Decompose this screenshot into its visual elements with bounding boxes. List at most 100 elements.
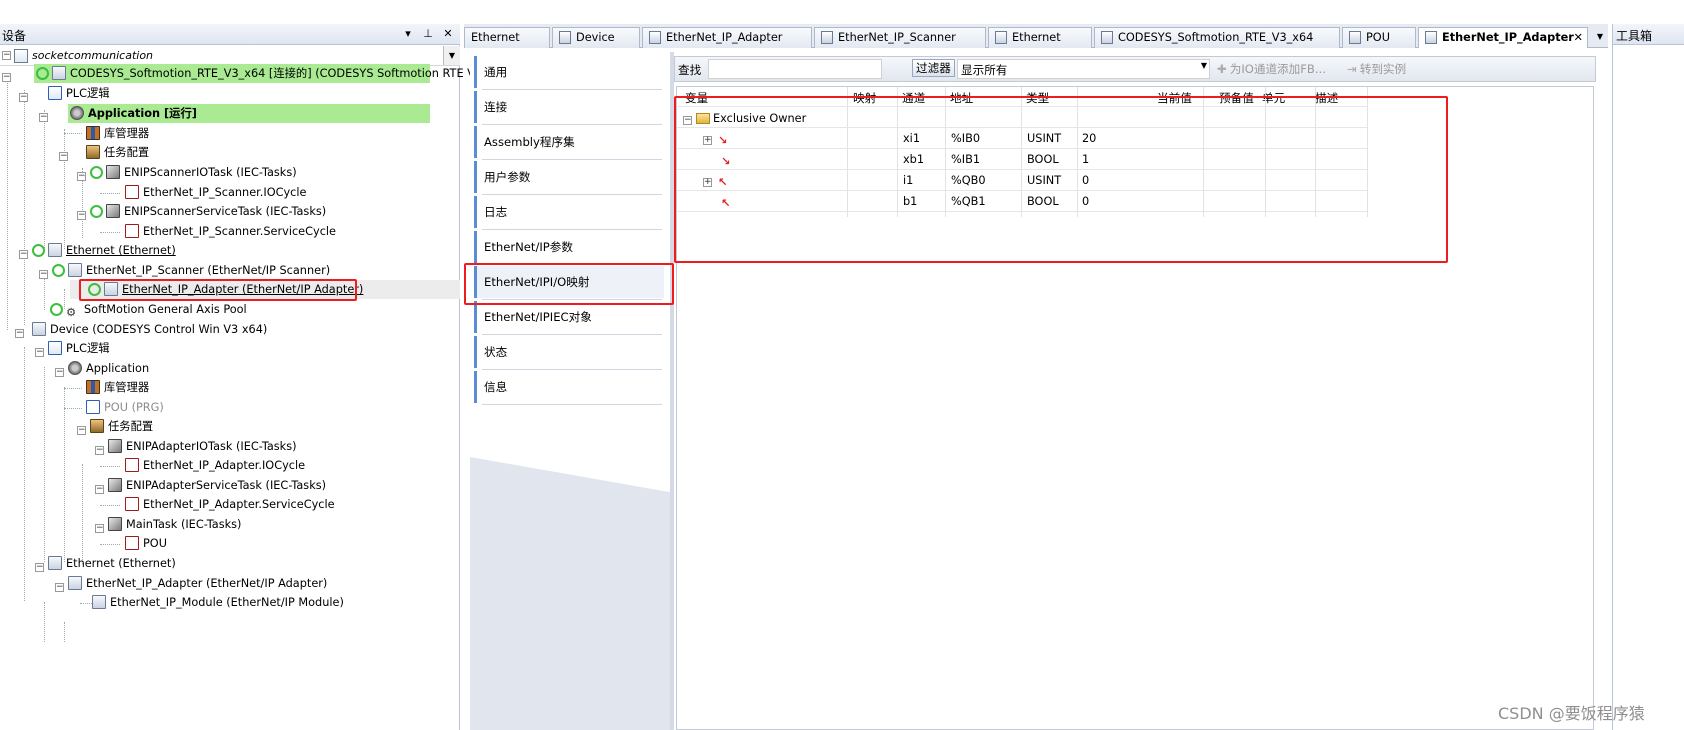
expand-toggle[interactable]: −: [35, 348, 44, 357]
expand-toggle[interactable]: −: [39, 270, 48, 279]
tree-item-adapter-servicecycle[interactable]: EtherNet_IP_Adapter.ServiceCycle: [125, 495, 335, 514]
nav-log[interactable]: 日志: [474, 196, 664, 228]
tree-item-main-task[interactable]: MainTask (IEC-Tasks): [108, 515, 241, 534]
tree-item-task-config-2[interactable]: 任务配置: [90, 417, 153, 436]
tree-item-application-2[interactable]: Application: [68, 359, 149, 378]
tree-label: Application: [86, 362, 150, 375]
tree-item-library-manager-2[interactable]: 库管理器: [86, 378, 149, 397]
nav-status[interactable]: 状态: [474, 336, 664, 368]
axis-pool-icon: ⚙: [66, 306, 77, 319]
tree-item-ethernet-ip-module[interactable]: EtherNet_IP_Module (EtherNet/IP Module): [92, 593, 344, 612]
editor-tab-strip: Ethernet Device EtherNet_IP_Adapter Ethe…: [464, 24, 1608, 48]
nav-separator: [482, 229, 662, 230]
tree-item-plc-logic-2[interactable]: PLC逻辑: [48, 339, 110, 358]
tree-item-task-config[interactable]: 任务配置: [86, 143, 149, 162]
nav-assemblies[interactable]: Assembly程序集: [474, 126, 664, 158]
tab-ethernet-ip-adapter-active[interactable]: EtherNet_IP_Adapter ✕: [1418, 27, 1588, 48]
cycle-call-icon: [125, 185, 139, 199]
tree-label: Application [运行]: [88, 107, 197, 120]
tab-ethernet[interactable]: Ethernet: [464, 27, 550, 48]
expand-toggle[interactable]: −: [77, 211, 86, 220]
tree-item-pou-prg[interactable]: POU (PRG): [86, 398, 164, 417]
tree-item-control-win-device[interactable]: Device (CODESYS Control Win V3 x64): [32, 320, 267, 339]
expand-toggle[interactable]: −: [95, 446, 104, 455]
device-icon: [92, 595, 106, 609]
tree-item-softmotion-axis-pool[interactable]: ⚙ SoftMotion General Axis Pool: [50, 300, 247, 319]
tab-softmotion-device[interactable]: CODESYS_Softmotion_RTE_V3_x64: [1094, 27, 1340, 48]
tree-item-plc-logic[interactable]: PLC逻辑: [48, 84, 110, 103]
tab-device[interactable]: Device: [552, 27, 640, 48]
tree-item-pou-call[interactable]: POU: [125, 534, 167, 553]
tree-item-application-running[interactable]: Application [运行]: [68, 104, 430, 123]
go-to-instance-button[interactable]: ⇥ 转到实例: [1343, 59, 1443, 79]
search-input[interactable]: [708, 59, 882, 79]
filter-label: 过滤器: [912, 59, 955, 77]
expand-toggle[interactable]: −: [19, 93, 28, 102]
tree-item-ethernet-ip-scanner[interactable]: EtherNet_IP_Scanner (EtherNet/IP Scanner…: [52, 261, 330, 280]
expand-toggle[interactable]: −: [2, 73, 11, 82]
tab-ethernet-2[interactable]: Ethernet: [988, 27, 1092, 48]
chevron-down-icon[interactable]: ▼: [443, 46, 460, 65]
tab-ethernet-ip-scanner[interactable]: EtherNet_IP_Scanner: [814, 27, 986, 48]
expand-toggle[interactable]: −: [55, 583, 64, 592]
panel-dropdown-icon[interactable]: ▾: [400, 26, 416, 42]
close-icon[interactable]: ✕: [1574, 28, 1583, 47]
goto-label: 转到实例: [1359, 62, 1407, 76]
tree-item-scanner-servicecycle[interactable]: EtherNet_IP_Scanner.ServiceCycle: [125, 222, 336, 241]
tree-item-ethernet-ip-adapter-2[interactable]: EtherNet_IP_Adapter (EtherNet/IP Adapter…: [68, 574, 327, 593]
collapse-toggle[interactable]: −: [2, 51, 11, 60]
expand-toggle[interactable]: −: [55, 368, 64, 377]
nav-label: 状态: [484, 345, 508, 359]
expand-toggle[interactable]: −: [15, 329, 24, 338]
tab-pou[interactable]: POU: [1342, 27, 1416, 48]
pin-icon[interactable]: ⊥: [420, 26, 436, 42]
expand-toggle[interactable]: −: [59, 152, 68, 161]
close-icon[interactable]: ✕: [440, 26, 456, 42]
filter-select[interactable]: 显示所有 ▼: [957, 59, 1210, 79]
task-icon: [106, 204, 120, 218]
expand-toggle[interactable]: −: [95, 524, 104, 533]
tree-item-ethernet[interactable]: Ethernet (Ethernet): [32, 241, 176, 260]
tab-ethernet-ip-adapter[interactable]: EtherNet_IP_Adapter: [642, 27, 812, 48]
nav-connections[interactable]: 连接: [474, 91, 664, 123]
chevron-down-icon[interactable]: ▼: [1592, 27, 1608, 47]
tree-item-adapter-io-task[interactable]: ENIPAdapterIOTask (IEC-Tasks): [108, 437, 297, 456]
tree-item-scanner-service-task[interactable]: ENIPScannerServiceTask (IEC-Tasks): [90, 202, 326, 221]
task-icon: [108, 517, 122, 531]
editor-nav-pane: 通用 连接 Assembly程序集 用户参数 日志 EtherNet/IP参数 …: [464, 52, 674, 730]
expand-toggle[interactable]: −: [39, 113, 48, 122]
tree-label: EtherNet_IP_Scanner.ServiceCycle: [143, 225, 336, 238]
tree-item-library-manager[interactable]: 库管理器: [86, 124, 149, 143]
device-icon: [1425, 31, 1437, 44]
filter-toolbar: 查找 过滤器 显示所有 ▼ ✚ 为IO通道添加FB... ⇥ 转到实例: [674, 56, 1596, 82]
expand-toggle[interactable]: −: [77, 426, 86, 435]
nav-ethernet-ip-parameters[interactable]: EtherNet/IP参数: [474, 231, 664, 263]
tree-label: CODESYS_Softmotion_RTE_V3_x64 [连接的] (COD…: [70, 67, 512, 80]
tree-item-softmotion-device[interactable]: CODESYS_Softmotion_RTE_V3_x64 [连接的] (COD…: [34, 64, 511, 83]
expand-toggle[interactable]: −: [77, 172, 86, 181]
nav-separator: [482, 369, 662, 370]
tree-item-adapter-iocycle[interactable]: EtherNet_IP_Adapter.IOCycle: [125, 456, 305, 475]
application-icon: [68, 361, 82, 375]
expand-toggle[interactable]: −: [19, 250, 28, 259]
nav-information[interactable]: 信息: [474, 371, 664, 403]
nav-user-parameters[interactable]: 用户参数: [474, 161, 664, 193]
chevron-down-icon: ▼: [1200, 61, 1207, 70]
add-fb-for-io-channel-button[interactable]: ✚ 为IO通道添加FB...: [1213, 59, 1343, 79]
tree-item-adapter-service-task[interactable]: ENIPAdapterServiceTask (IEC-Tasks): [108, 476, 326, 495]
nav-background: [470, 457, 672, 730]
tree-label: SoftMotion General Axis Pool: [84, 303, 247, 316]
tree-label: 库管理器: [104, 127, 150, 140]
nav-general[interactable]: 通用: [474, 56, 664, 88]
tree-item-ethernet-2[interactable]: Ethernet (Ethernet): [48, 554, 176, 573]
watermark-text: CSDN @要饭程序猿: [1498, 704, 1645, 723]
expand-toggle[interactable]: −: [35, 563, 44, 572]
nav-ethernet-ip-iec-objects[interactable]: EtherNet/IPIEC对象: [474, 301, 664, 333]
expand-toggle[interactable]: −: [95, 485, 104, 494]
tree-item-scanner-io-task[interactable]: ENIPScannerIOTask (IEC-Tasks): [90, 163, 297, 182]
tree-item-scanner-iocycle[interactable]: EtherNet_IP_Scanner.IOCycle: [125, 183, 306, 202]
project-combo[interactable]: − socketcommunication ▼: [0, 46, 460, 66]
device-icon: [32, 322, 46, 336]
tree-label: Device (CODESYS Control Win V3 x64): [50, 323, 268, 336]
tree-label: 任务配置: [104, 146, 150, 159]
